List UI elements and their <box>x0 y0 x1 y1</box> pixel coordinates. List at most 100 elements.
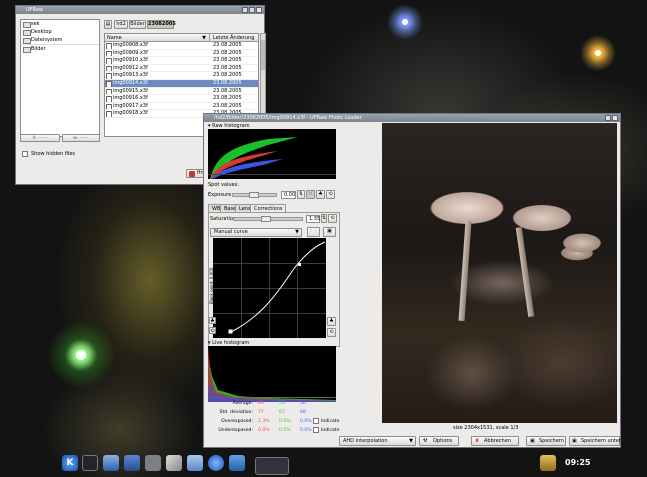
column-date[interactable]: Letzte Änderung <box>210 34 254 41</box>
tree-icon[interactable]: ♣ <box>316 190 325 199</box>
curve-auto-icon[interactable]: ♣ <box>327 317 336 326</box>
show-hidden-label: Show hidden files <box>31 151 76 157</box>
file-row[interactable]: img00917.x3f 23.08.2005 <box>105 103 258 111</box>
tree-item-desktop[interactable]: Desktop <box>21 28 99 36</box>
exposure-label: Exposure <box>208 192 232 198</box>
close-icon[interactable] <box>256 7 262 13</box>
stat-b: 0.0% <box>300 428 312 433</box>
cancel-button[interactable]: ✘ Abbrechen <box>471 436 519 446</box>
minimize-icon[interactable] <box>605 115 611 121</box>
tree-item-bilder[interactable]: Bilder <box>21 44 99 53</box>
reset-exposure-icon[interactable]: ⟲ <box>326 190 335 199</box>
scissors-icon[interactable] <box>166 455 182 471</box>
tree-item-dateisystem[interactable]: Dateisystem <box>21 36 99 44</box>
network-icon[interactable] <box>124 455 140 471</box>
indicate-label: Indicate <box>321 419 340 424</box>
maximize-icon[interactable] <box>249 7 255 13</box>
exposure-value-field[interactable]: 0.00 <box>281 191 296 199</box>
tray-icon[interactable] <box>540 455 556 471</box>
auto-exposure-icon[interactable]: ⤫ <box>306 190 315 199</box>
home-icon[interactable] <box>103 455 119 471</box>
curve-editor[interactable] <box>213 238 326 338</box>
pager[interactable] <box>255 457 289 475</box>
exposure-spin-icon[interactable]: ⇅ <box>297 190 305 199</box>
floppy-icon: ▣ <box>530 438 535 444</box>
file-row[interactable]: img00909.x3f 23.08.2005 <box>105 50 258 58</box>
stat-r: 0.0% <box>258 428 270 433</box>
black-point-reset-icon[interactable]: ⟲ <box>209 327 216 334</box>
mail-icon[interactable] <box>229 455 245 471</box>
file-date: 23.08.2005 <box>213 87 242 94</box>
indicate-checkbox[interactable] <box>313 418 319 424</box>
floppy-icon: ▣ <box>572 438 577 444</box>
file-name: img00913.x3f <box>105 72 210 79</box>
file-list-header: Name ▼ Letzte Änderung <box>105 34 258 42</box>
places-tree[interactable]: sek Desktop Dateisystem Bilder <box>20 19 100 137</box>
saturation-value-field[interactable]: 1.35 <box>306 215 320 223</box>
tree-item-sek[interactable]: sek <box>21 20 99 28</box>
black-point-tree-icon[interactable]: ♣ <box>209 317 216 324</box>
column-name[interactable]: Name ▼ <box>105 34 210 41</box>
file-row[interactable]: img00914.x3f 23.08.2005 <box>105 79 258 88</box>
saturation-spin-icon[interactable]: ⇅ <box>321 214 327 223</box>
file-name: img00916.x3f <box>105 95 210 102</box>
tone-curve[interactable] <box>213 238 326 338</box>
curve-select[interactable]: Manual curve ▼ <box>210 228 302 237</box>
stat-r: 77 <box>258 410 264 415</box>
file-browser-titlebar[interactable]: UFRaw <box>16 6 264 14</box>
mushroom-stem <box>515 227 535 317</box>
file-row[interactable]: img00915.x3f 23.08.2005 <box>105 88 258 96</box>
reset-saturation-icon[interactable]: ⟲ <box>328 214 337 223</box>
stat-b: 68 <box>300 410 306 415</box>
folder-up-icon[interactable]: ▤ <box>104 20 112 29</box>
interpolation-select[interactable]: AHD interpolation ▼ <box>339 436 416 446</box>
file-date: 23.08.2005 <box>213 57 242 64</box>
file-name: img00912.x3f <box>105 65 210 72</box>
file-row[interactable]: img00910.x3f 23.08.2005 <box>105 57 258 65</box>
minimize-icon[interactable] <box>242 7 248 13</box>
stat-r: 89 <box>258 401 264 406</box>
file-row[interactable]: img00916.x3f 23.08.2005 <box>105 95 258 103</box>
browser-icon[interactable] <box>208 455 224 471</box>
file-row[interactable]: img00913.x3f 23.08.2005 <box>105 72 258 80</box>
save-curve-icon[interactable]: ▣ <box>323 227 336 237</box>
clock: 09:25 <box>565 458 591 467</box>
file-date: 23.08.2005 <box>213 102 242 109</box>
stat-label: Std. deviation: <box>219 410 253 415</box>
remove-bookmark-button[interactable]: ▬ —— <box>62 134 100 142</box>
crumb-23082005[interactable]: 23082005 <box>147 20 176 29</box>
file-rows: img00908.x3f 23.08.2005 img00909.x3f 23.08.… <box>105 42 258 118</box>
options-button[interactable]: ⚒ Options <box>419 436 459 446</box>
file-row[interactable]: img00908.x3f 23.08.2005 <box>105 42 258 50</box>
saturation-slider[interactable] <box>233 216 303 222</box>
stat-label: Underexposed: <box>218 428 253 433</box>
black-point-label: Black point: 0.000 <box>209 267 214 304</box>
live-histogram <box>208 346 336 402</box>
cancel-icon: ✘ <box>475 438 480 444</box>
save-button[interactable]: ▣ Speichern <box>526 436 566 446</box>
curve-point <box>298 263 301 266</box>
indicate-checkbox[interactable] <box>313 427 319 433</box>
kde-menu-icon[interactable]: K <box>62 455 78 471</box>
save-as-button[interactable]: ▣ Speichern unter <box>569 436 621 446</box>
show-hidden-checkbox[interactable] <box>22 151 28 157</box>
stat-g: 0.0% <box>279 419 291 424</box>
file-row[interactable]: img00912.x3f 23.08.2005 <box>105 65 258 73</box>
close-icon[interactable] <box>612 115 618 121</box>
curve-reset-icon[interactable]: ⟲ <box>327 328 336 337</box>
file-name: img00910.x3f <box>105 57 210 64</box>
crumb-hd2[interactable]: hd2 <box>114 20 128 29</box>
taskbar: K 09:25 <box>50 453 620 475</box>
editor-icon[interactable] <box>187 455 203 471</box>
crumb-bilder[interactable]: Bilder <box>129 20 146 29</box>
add-bookmark-button[interactable]: ✚ —— <box>20 134 60 142</box>
monitor-icon[interactable] <box>145 455 161 471</box>
file-date: 23.08.2005 <box>213 42 242 48</box>
exposure-slider[interactable] <box>232 192 277 198</box>
open-curve-icon[interactable]: 🗁 <box>307 227 320 237</box>
image-preview[interactable] <box>382 123 617 423</box>
tab-corrections[interactable]: Corrections <box>250 204 287 212</box>
file-name: img00915.x3f <box>105 88 210 95</box>
ufraw-titlebar[interactable]: /hd2/Bilder/23082005/img00914.x3f - UFRa… <box>204 114 620 122</box>
terminal-icon[interactable] <box>82 455 98 471</box>
